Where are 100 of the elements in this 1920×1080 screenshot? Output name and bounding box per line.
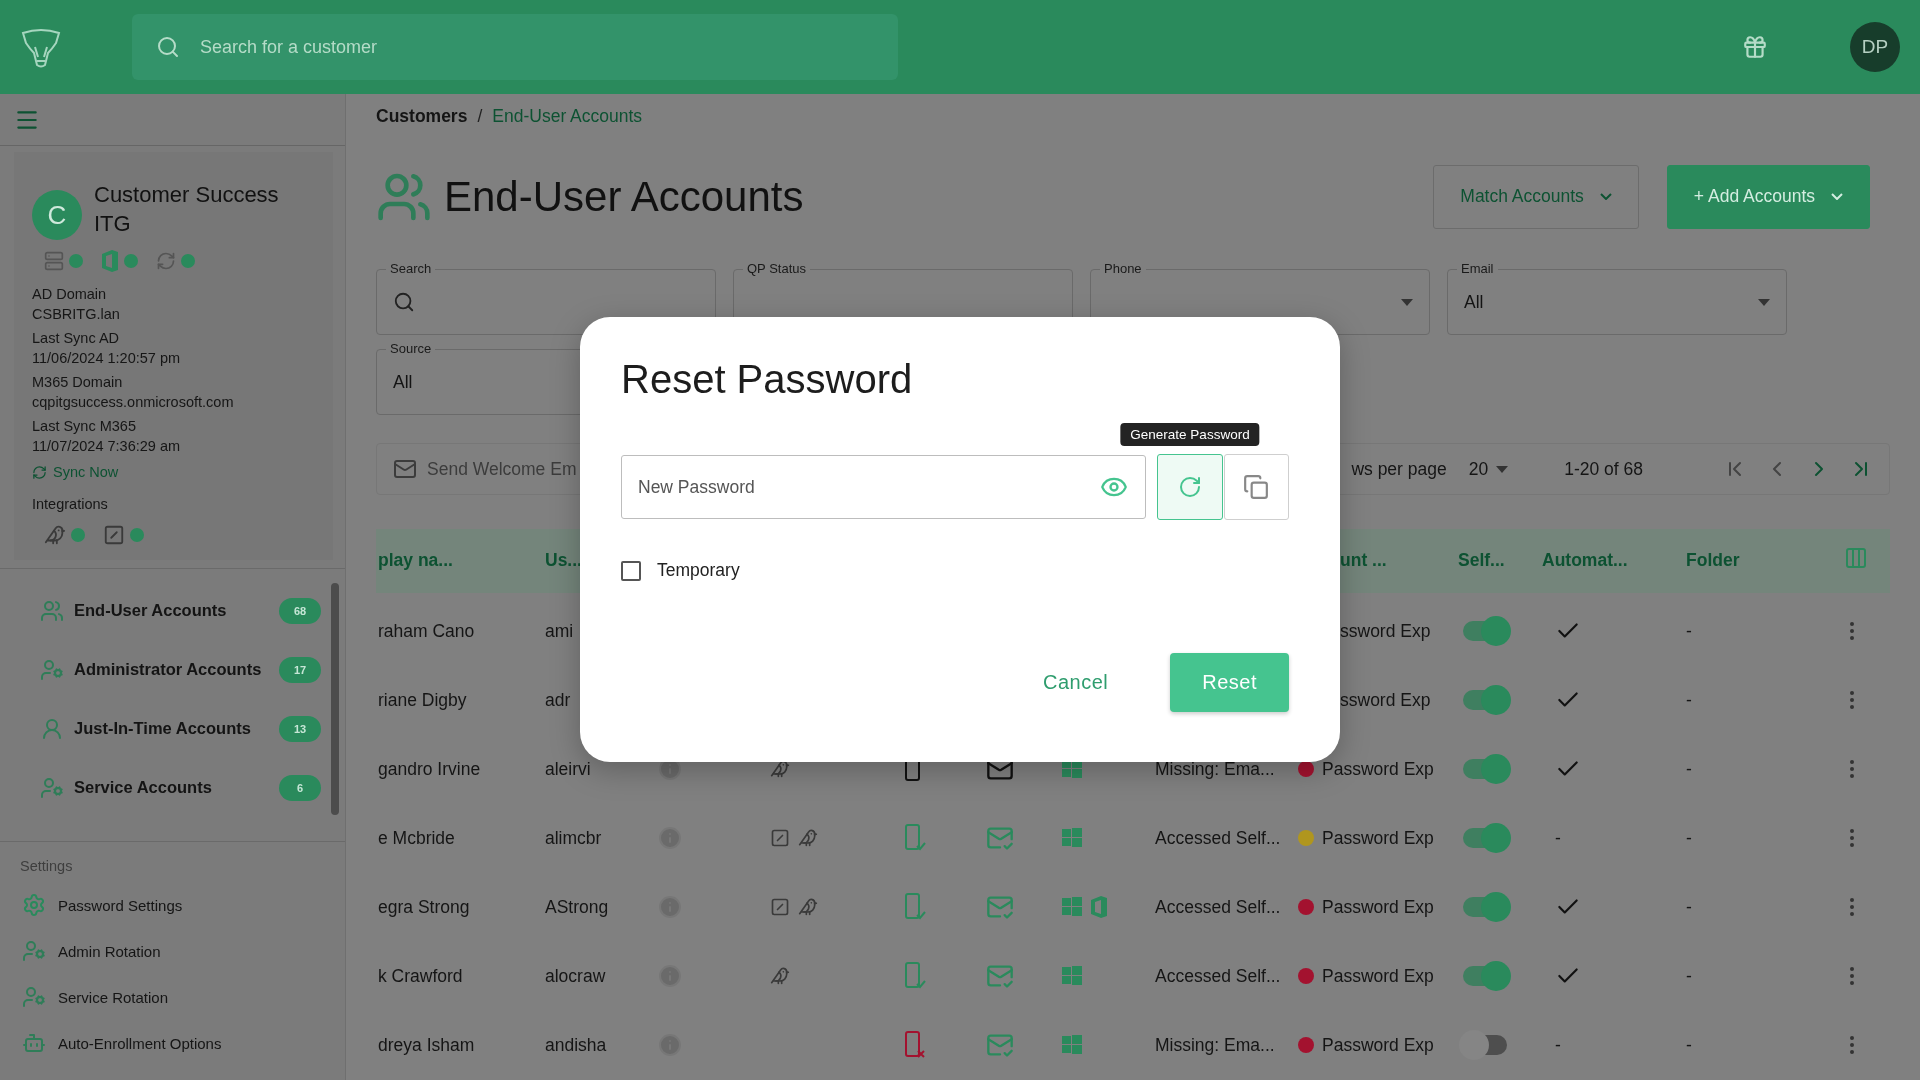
table-cell: - [1555, 828, 1561, 849]
sync-icon [32, 464, 47, 480]
new-password-field[interactable]: New Password [621, 455, 1147, 519]
table-cell: - [1686, 690, 1692, 711]
refresh-icon [1178, 475, 1202, 499]
detail-label: AD Domain [32, 285, 108, 304]
chevron-down-icon [1831, 193, 1843, 201]
reset-button[interactable]: Reset [1170, 653, 1289, 712]
robot-icon [22, 1031, 46, 1055]
slashed-square-icon [770, 897, 790, 918]
table-cell-text: dreya Isham [377, 1035, 476, 1056]
windows-icon [1062, 897, 1082, 918]
user-gear-icon [40, 775, 64, 800]
column-header[interactable]: Self... [1445, 550, 1505, 572]
column-header[interactable]: Folder [1660, 550, 1740, 572]
server-icon [44, 251, 64, 271]
account-status: Password Exp [1322, 828, 1434, 849]
rows-per-page-select[interactable]: 20 [1468, 458, 1509, 480]
account-status: Password Exp [1322, 966, 1434, 987]
detail-label: M365 Domain [32, 373, 124, 392]
detail-label: Last Sync AD [32, 329, 121, 348]
phone-check-icon [904, 893, 926, 922]
settings-heading: Settings [19, 857, 74, 876]
table-cell: - [1555, 1035, 1561, 1056]
bird-icon [770, 759, 790, 780]
rows-per-page-label: ws per page [1351, 458, 1447, 480]
chevron-down-icon [1599, 193, 1612, 201]
phone-check-icon [904, 824, 926, 853]
users-icon [40, 598, 64, 623]
nav-item[interactable]: Administrator Accounts 17 [0, 640, 331, 699]
column-header[interactable]: Automat... [1525, 550, 1628, 572]
dropdown-arrow-icon [1496, 465, 1509, 473]
settings-item[interactable]: Service Rotation [0, 974, 345, 1020]
nav-item[interactable]: End-User Accounts 68 [0, 581, 331, 640]
search-icon [156, 35, 180, 59]
breadcrumb-link[interactable]: Customers [376, 105, 468, 127]
table-cell-text: alocraw [544, 966, 607, 987]
copy-button[interactable] [1223, 454, 1289, 520]
settings-icon [22, 893, 46, 917]
table-cell-text: ami [544, 621, 575, 642]
checkbox-label: Temporary [657, 560, 740, 581]
table-cell: - [1686, 897, 1692, 918]
table-cell-text: aleirvi [544, 759, 592, 780]
account-status: ssword Exp [1340, 621, 1431, 642]
send-welcome-email-button[interactable]: Send Welcome Em [393, 457, 577, 482]
customer-avatar: C [32, 190, 82, 240]
column-header[interactable]: Us... [540, 550, 582, 572]
count-badge: 17 [279, 656, 321, 683]
nav-item[interactable]: Just-In-Time Accounts 13 [0, 699, 331, 758]
table-cell: - [1686, 621, 1692, 642]
table-cell-text: Accessed Self... [1154, 897, 1282, 918]
account-status: Password Exp [1322, 1035, 1434, 1056]
windows-icon [1062, 828, 1082, 849]
slashed-square-icon [103, 524, 125, 546]
scrollbar[interactable] [331, 583, 339, 815]
table-cell: - [1686, 828, 1692, 849]
detail-value: 11/06/2024 1:20:57 pm [32, 349, 182, 368]
tooltip: Generate Password [1120, 423, 1260, 446]
customer-search-field[interactable]: Search for a customer [132, 14, 898, 80]
table-cell-text: Accessed Self... [1154, 828, 1282, 849]
user-gear-icon [22, 939, 46, 963]
add-accounts-button[interactable]: + Add Accounts [1666, 164, 1870, 229]
table-cell-text: e Mcbride [377, 828, 456, 849]
bird-icon [44, 524, 66, 546]
detail-value: 11/07/2024 7:36:29 am [32, 437, 182, 456]
bird-icon [798, 897, 818, 918]
table-cell-text: Missing: Ema... [1154, 1035, 1276, 1056]
temporary-checkbox[interactable] [621, 560, 641, 581]
table-cell: - [1686, 759, 1692, 780]
settings-item[interactable]: Admin Rotation [0, 928, 345, 974]
copy-icon [1243, 474, 1270, 500]
breadcrumb-link[interactable]: End-User Accounts [492, 105, 643, 127]
page-title: End-User Accounts [444, 172, 804, 221]
table-cell-text: Accessed Self... [1154, 966, 1282, 987]
gift-icon[interactable] [1742, 34, 1768, 60]
account-status: Password Exp [1322, 759, 1434, 780]
table-cell-text: k Crawford [377, 966, 464, 987]
detail-value: CSBRITG.lan [32, 305, 121, 324]
account-status: ssword Exp [1340, 690, 1431, 711]
count-badge: 68 [279, 597, 321, 624]
user-gear-icon [22, 985, 46, 1009]
detail-label: Last Sync M365 [32, 417, 137, 436]
user-avatar[interactable]: DP [1850, 22, 1900, 72]
integrations-label: Integrations [32, 495, 109, 514]
windows-icon [1062, 1035, 1082, 1056]
table-cell-text: alimcbr [544, 828, 603, 849]
match-accounts-button[interactable]: Match Accounts [1433, 164, 1639, 229]
table-cell-text: andisha [544, 1035, 608, 1056]
detail-value: cqpitgsuccess.onmicrosoft.com [32, 393, 235, 412]
settings-item[interactable]: Password Settings [0, 882, 345, 928]
nav-item[interactable]: Service Accounts 6 [0, 758, 331, 817]
windows-icon [1062, 966, 1082, 987]
office-icon [101, 250, 119, 272]
settings-item[interactable]: Auto-Enrollment Options [0, 1020, 345, 1066]
table-cell-text: raham Cano [377, 621, 476, 642]
search-icon [393, 291, 415, 314]
sync-icon [156, 251, 176, 271]
table-cell-text: AStrong [544, 897, 610, 918]
column-header[interactable]: play na... [376, 550, 453, 572]
breadcrumb-separator: / [477, 105, 483, 127]
